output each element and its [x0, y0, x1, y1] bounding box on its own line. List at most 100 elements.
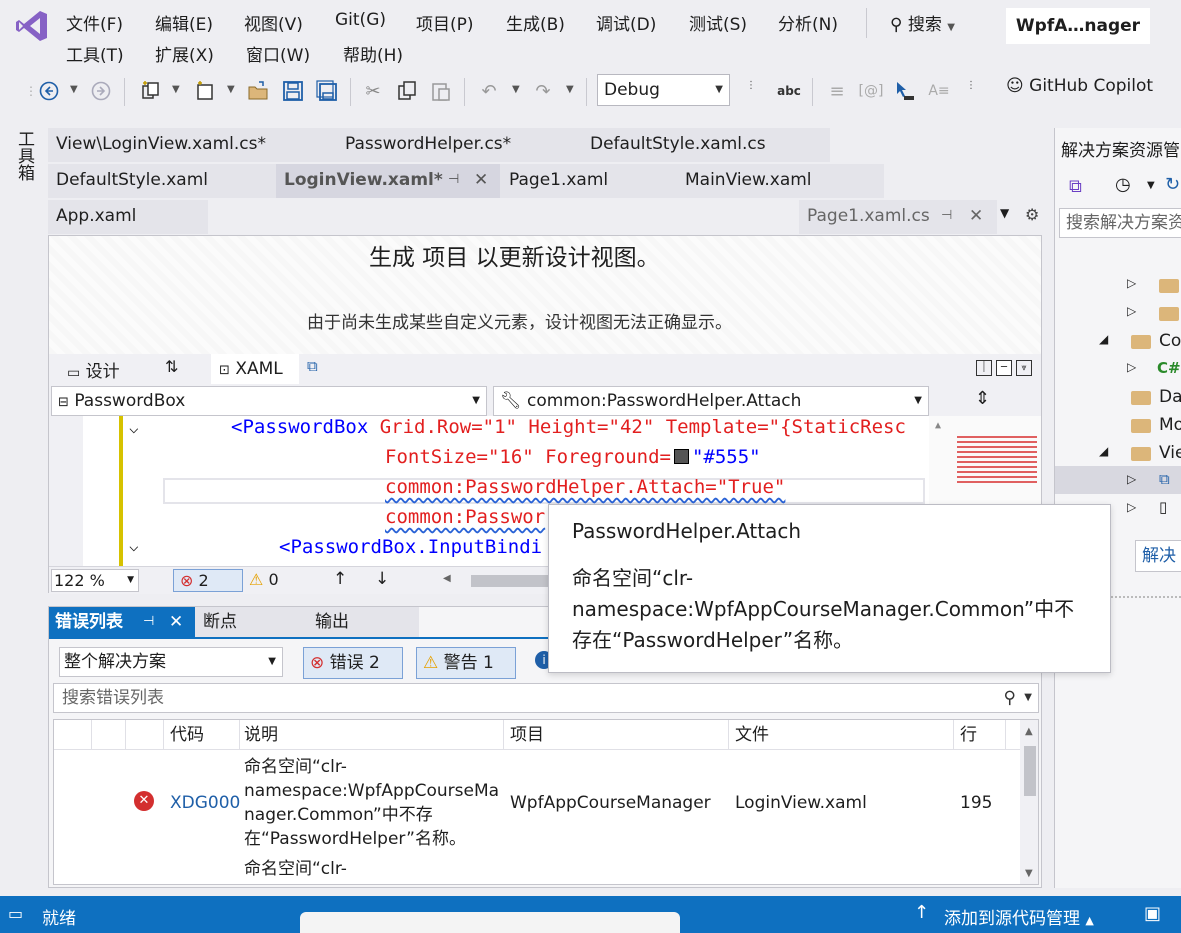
menu-debug[interactable]: 调试(D): [596, 10, 656, 35]
panel-grip[interactable]: [1111, 596, 1181, 602]
cut-icon[interactable]: ✂: [362, 80, 384, 102]
menu-help[interactable]: 帮助(H): [343, 41, 403, 66]
solution-search-input[interactable]: 搜索解决方案资: [1059, 208, 1181, 238]
scroll-down-icon[interactable]: ▼: [1025, 868, 1033, 879]
text-replace-icon[interactable]: A≡: [928, 80, 950, 102]
menu-extensions[interactable]: 扩展(X): [155, 41, 214, 66]
add-item-icon[interactable]: [194, 80, 216, 102]
expand-icon[interactable]: ▷: [1127, 472, 1136, 486]
menu-analyze[interactable]: 分析(N): [778, 10, 838, 35]
navigate-back-icon[interactable]: [38, 80, 60, 102]
element-combo[interactable]: ⊟ PasswordBox ▼: [51, 386, 487, 416]
github-copilot-button[interactable]: ☺ GitHub Copilot: [1006, 76, 1153, 96]
menu-file[interactable]: 文件(F): [66, 10, 123, 35]
menu-window[interactable]: 窗口(W): [246, 41, 310, 66]
open-folder-icon[interactable]: [247, 80, 269, 102]
tree-item-csharp-file[interactable]: C#: [1157, 359, 1181, 377]
menu-tools[interactable]: 工具(T): [66, 41, 124, 66]
tab-breakpoints[interactable]: 断点: [195, 607, 305, 637]
vertical-split-icon[interactable]: ⏐: [976, 360, 992, 376]
vertical-scrollbar[interactable]: ▲ ▼: [1020, 720, 1038, 884]
undo-icon[interactable]: ↶: [478, 80, 500, 102]
menu-test[interactable]: 测试(S): [689, 10, 747, 35]
collapse-icon[interactable]: ◢: [1099, 444, 1108, 458]
bookmark-icon[interactable]: [@]: [859, 80, 884, 102]
tree-item-data[interactable]: Da: [1159, 387, 1181, 407]
chevron-down-icon[interactable]: ▼: [172, 84, 180, 95]
tab-app-xaml[interactable]: App.xaml: [48, 200, 208, 234]
tab-error-list[interactable]: 错误列表 ⊣ ✕: [49, 607, 195, 637]
tree-item-models[interactable]: Mo: [1159, 415, 1181, 435]
visual-studio-logo-icon[interactable]: [14, 8, 50, 44]
save-all-icon[interactable]: [316, 80, 338, 102]
toolbar-overflow-icon[interactable]: ⋮: [960, 74, 982, 96]
expand-icon[interactable]: ▷: [1127, 500, 1136, 514]
header-file[interactable]: 文件: [729, 720, 954, 750]
warnings-filter-button[interactable]: ⚠ 警告 1: [416, 647, 516, 679]
scroll-up-icon[interactable]: ▲: [935, 420, 941, 431]
pin-icon[interactable]: ⊣: [143, 607, 154, 637]
tree-item-views[interactable]: Vie: [1159, 443, 1181, 463]
pin-icon[interactable]: ⊣: [941, 200, 952, 232]
close-icon[interactable]: ✕: [474, 164, 488, 196]
error-list-search[interactable]: 搜索错误列表 ⚲ ▼: [53, 683, 1039, 713]
solution-name-badge[interactable]: WpfA…nager: [1006, 8, 1150, 44]
design-surface[interactable]: 生成 项目 以更新设计视图。 由于尚未生成某些自定义元素，设计视图无法正确显示。: [49, 236, 1041, 354]
sync-icon[interactable]: ↻: [1165, 174, 1180, 195]
next-issue-icon[interactable]: ↓: [375, 569, 389, 589]
collapse-icon[interactable]: ⌵: [129, 418, 139, 437]
tab-defaultstyle-xaml[interactable]: DefaultStyle.xaml: [48, 164, 208, 198]
menu-edit[interactable]: 编辑(E): [155, 10, 213, 35]
chevron-down-icon[interactable]: ▼: [227, 84, 235, 95]
tab-loginview-xaml-active[interactable]: LoginView.xaml* ⊣ ✕: [276, 164, 500, 198]
tab-mainview-xaml[interactable]: MainView.xaml: [677, 164, 812, 198]
redo-icon[interactable]: ↷: [532, 80, 554, 102]
scroll-up-icon[interactable]: ▲: [1025, 726, 1033, 737]
step-into-icon[interactable]: [894, 80, 916, 102]
expand-icon[interactable]: ▷: [1127, 360, 1136, 374]
table-row[interactable]: 命名空间“clr-: [54, 855, 1020, 884]
tree-item-common[interactable]: Co: [1159, 331, 1181, 351]
tab-passwordhelper-cs[interactable]: PasswordHelper.cs*: [337, 128, 511, 162]
tab-list-dropdown-icon[interactable]: ▼: [1000, 206, 1009, 220]
tab-defaultstyle-xaml-cs[interactable]: DefaultStyle.xaml.cs: [582, 128, 766, 162]
zoom-select[interactable]: 122 % ▼: [51, 569, 139, 592]
menu-git[interactable]: Git(G): [335, 10, 386, 30]
collapse-pane-icon[interactable]: ⩔: [1016, 360, 1032, 376]
member-combo[interactable]: 🔧︎ common:PasswordHelper.Attach ▼: [493, 386, 929, 416]
spell-check-icon[interactable]: abc: [777, 80, 801, 102]
header-code[interactable]: 代码: [164, 720, 240, 750]
horizontal-split-icon[interactable]: ─: [996, 360, 1012, 376]
solution-configuration-select[interactable]: Debug ▼: [597, 74, 730, 106]
toolbar-overflow-icon[interactable]: ⋮: [740, 74, 762, 96]
close-icon[interactable]: ✕: [969, 200, 983, 232]
tab-output[interactable]: 输出: [305, 607, 419, 637]
scrollbar-thumb[interactable]: [1024, 746, 1036, 796]
tab-page1-xaml[interactable]: Page1.xaml: [501, 164, 608, 198]
tab-xaml[interactable]: ⊡ XAML: [211, 354, 299, 384]
pin-icon[interactable]: ⊣: [448, 164, 459, 196]
swap-panes-icon[interactable]: ⇅: [165, 357, 178, 376]
chevron-down-icon[interactable]: ▼: [70, 84, 78, 95]
tab-loginview-xaml-cs[interactable]: View\LoginView.xaml.cs*: [48, 128, 266, 162]
errors-filter-button[interactable]: ⊗ 错误 2: [303, 647, 403, 679]
navigate-forward-icon[interactable]: [90, 80, 112, 102]
menu-build[interactable]: 生成(B): [506, 10, 565, 35]
previous-issue-icon[interactable]: ↑: [333, 569, 347, 589]
global-search-button[interactable]: ⚲ 搜索 ▼: [890, 10, 955, 35]
copy-icon[interactable]: [396, 80, 418, 102]
menu-project[interactable]: 项目(P): [416, 10, 474, 35]
add-to-source-control-button[interactable]: 添加到源代码管理 ▲: [944, 904, 1094, 929]
solution-icon[interactable]: ⧉: [1069, 176, 1082, 197]
notifications-icon[interactable]: ▣: [1144, 903, 1161, 924]
collapse-icon[interactable]: ◢: [1099, 332, 1108, 346]
header-description[interactable]: 说明: [240, 720, 504, 750]
gear-icon[interactable]: ⚙: [1025, 205, 1039, 224]
paste-icon[interactable]: [430, 80, 452, 102]
chevron-down-icon[interactable]: ▼: [1147, 180, 1155, 191]
tab-page1-xaml-cs[interactable]: Page1.xaml.cs ⊣ ✕: [799, 200, 997, 234]
error-code-link[interactable]: XDG000: [170, 791, 240, 815]
header-project[interactable]: 项目: [504, 720, 729, 750]
scope-select[interactable]: 整个解决方案 ▼: [59, 647, 283, 677]
menu-view[interactable]: 视图(V): [244, 10, 303, 35]
